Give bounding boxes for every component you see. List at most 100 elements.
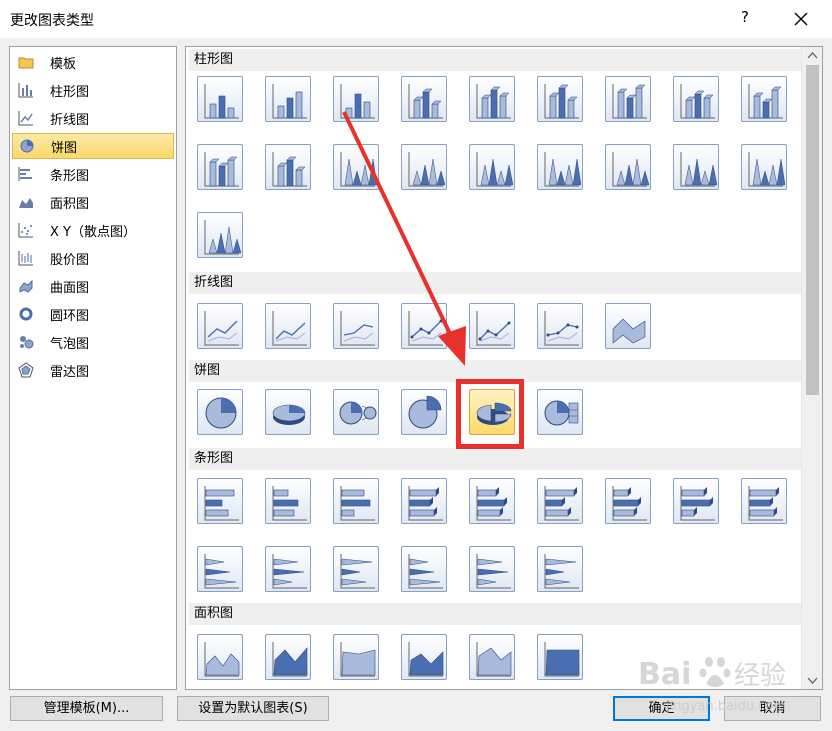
chart-subtype-gallery: 柱形图 折线图 饼图 条形图 面积图 — [185, 46, 823, 690]
pie-chart-icon — [20, 139, 34, 153]
pie-subtype-thumbnail[interactable] — [537, 389, 583, 435]
pie-subtype-thumbnail[interactable] — [333, 389, 379, 435]
category-doughnut[interactable]: 圆环图 — [12, 301, 174, 327]
column-subtype-thumbnail[interactable] — [197, 76, 243, 122]
column-subtype-thumbnail[interactable] — [197, 144, 243, 190]
line-subtype-thumbnail[interactable] — [265, 303, 311, 349]
bar-subtype-thumbnail[interactable] — [197, 546, 243, 592]
area-subtype-thumbnail[interactable] — [401, 634, 447, 680]
category-templates[interactable]: 模板 — [12, 49, 174, 75]
scroll-up-button[interactable] — [802, 47, 822, 64]
category-pie[interactable]: 饼图 — [12, 133, 174, 159]
column-subtype-thumbnail[interactable] — [401, 144, 447, 190]
line-subtype-thumbnail[interactable] — [537, 303, 583, 349]
bar-subtype-thumbnail[interactable] — [197, 478, 243, 524]
category-bubble[interactable]: 气泡图 — [12, 329, 174, 355]
category-radar[interactable]: 雷达图 — [12, 357, 174, 383]
area-subtype-thumbnail[interactable] — [537, 634, 583, 680]
column-subtype-thumbnail[interactable] — [537, 76, 583, 122]
bar-chart-preview-icon — [408, 486, 443, 521]
category-stock[interactable]: 股价图 — [12, 245, 174, 271]
bar-subtype-thumbnail[interactable] — [333, 546, 379, 592]
bar-subtype-thumbnail[interactable] — [333, 478, 379, 524]
folder-icon — [18, 57, 34, 69]
chart-category-list: 模板 柱形图 折线图 饼图 条形图 面积图 X Y（散点图） 股价图 曲面图 圆… — [9, 46, 177, 690]
column-subtype-thumbnail[interactable] — [265, 144, 311, 190]
column-subtype-thumbnail[interactable] — [197, 212, 243, 258]
line-subtype-thumbnail[interactable] — [605, 303, 651, 349]
line-chart-preview-icon — [612, 318, 646, 344]
column-chart-preview-icon — [544, 84, 579, 119]
pie-subtype-thumbnail[interactable] — [265, 389, 311, 435]
column-subtype-thumbnail[interactable] — [605, 76, 651, 122]
column-chart-preview-icon — [680, 84, 715, 119]
line-subtype-thumbnail[interactable] — [401, 303, 447, 349]
paw-icon — [699, 657, 731, 687]
column-subtype-thumbnail[interactable] — [741, 144, 787, 190]
column-chart-preview-icon — [204, 152, 239, 187]
column-subtype-thumbnail[interactable] — [469, 76, 515, 122]
column-subtype-thumbnail[interactable] — [265, 76, 311, 122]
bar-subtype-thumbnail[interactable] — [401, 478, 447, 524]
bar-subtype-thumbnail[interactable] — [469, 478, 515, 524]
bar-subtype-thumbnail[interactable] — [673, 478, 719, 524]
category-scatter[interactable]: X Y（散点图） — [12, 217, 174, 243]
column-subtype-thumbnail[interactable] — [537, 144, 583, 190]
line-subtype-thumbnail[interactable] — [197, 303, 243, 349]
column-subtype-thumbnail[interactable] — [741, 76, 787, 122]
area-subtype-thumbnail[interactable] — [333, 634, 379, 680]
surface-chart-icon — [19, 279, 33, 293]
area-subtype-thumbnail[interactable] — [469, 634, 515, 680]
pie-subtype-thumbnail[interactable] — [197, 389, 243, 435]
column-subtype-thumbnail[interactable] — [605, 144, 651, 190]
column-chart-preview-icon — [204, 84, 239, 119]
scatter-chart-icon — [18, 223, 33, 238]
bar-subtype-thumbnail[interactable] — [401, 546, 447, 592]
category-area[interactable]: 面积图 — [12, 189, 174, 215]
category-bar[interactable]: 条形图 — [12, 161, 174, 187]
line-subtype-thumbnail[interactable] — [469, 303, 515, 349]
column-subtype-thumbnail[interactable] — [333, 76, 379, 122]
column-subtype-thumbnail[interactable] — [673, 76, 719, 122]
bar-subtype-thumbnail[interactable] — [469, 546, 515, 592]
column-chart-preview-icon — [748, 152, 785, 187]
column-chart-preview-icon — [748, 84, 783, 119]
bar-chart-preview-icon — [272, 486, 307, 521]
bar-subtype-thumbnail[interactable] — [537, 546, 583, 592]
category-column[interactable]: 柱形图 — [12, 77, 174, 103]
bar-subtype-thumbnail[interactable] — [741, 478, 787, 524]
scroll-thumb[interactable] — [806, 65, 819, 395]
vertical-scrollbar[interactable] — [801, 47, 822, 689]
bar-subtype-thumbnail[interactable] — [265, 546, 311, 592]
area-subtype-thumbnail[interactable] — [197, 634, 243, 680]
line-chart-icon — [18, 111, 33, 126]
column-subtype-thumbnail[interactable] — [333, 144, 379, 190]
column-subtype-thumbnail[interactable] — [469, 144, 515, 190]
bar-subtype-thumbnail[interactable] — [537, 478, 583, 524]
line-subtype-thumbnail[interactable] — [333, 303, 379, 349]
bar-chart-preview-icon — [340, 486, 375, 521]
pie-chart-preview-icon — [544, 400, 579, 426]
bar-chart-preview-icon — [476, 554, 511, 589]
stock-chart-icon — [18, 251, 33, 266]
bar-subtype-thumbnail[interactable] — [265, 478, 311, 524]
help-button[interactable]: ? — [736, 8, 754, 26]
area-subtype-thumbnail[interactable] — [265, 634, 311, 680]
pie-chart-preview-icon — [339, 401, 377, 425]
bar-chart-icon — [18, 167, 32, 181]
column-subtype-thumbnail[interactable] — [401, 76, 447, 122]
pie-subtype-thumbnail[interactable] — [401, 389, 447, 435]
column-chart-preview-icon — [544, 152, 581, 187]
bar-chart-preview-icon — [476, 486, 511, 521]
bar-subtype-thumbnail[interactable] — [605, 478, 651, 524]
category-line[interactable]: 折线图 — [12, 105, 174, 131]
area-chart-icon — [19, 198, 33, 208]
close-button[interactable] — [788, 6, 814, 32]
baidu-watermark: Bai 经验 jingyan.baidu.com — [638, 657, 786, 714]
category-surface[interactable]: 曲面图 — [12, 273, 174, 299]
set-default-chart-button[interactable]: 设置为默认图表(S) — [177, 696, 329, 721]
bar-chart-preview-icon — [204, 486, 239, 521]
section-header-line: 折线图 — [189, 272, 801, 294]
manage-templates-button[interactable]: 管理模板(M)... — [10, 696, 163, 721]
column-subtype-thumbnail[interactable] — [673, 144, 719, 190]
